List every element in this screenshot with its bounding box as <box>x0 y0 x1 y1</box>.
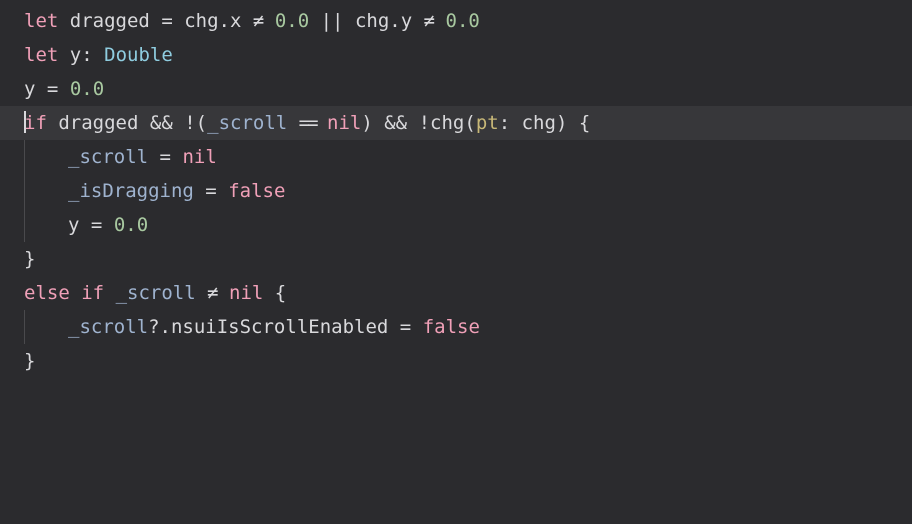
identifier: nsuiIsScrollEnabled <box>171 316 388 338</box>
operator-eq: == <box>299 112 316 134</box>
code-line[interactable]: _scroll?.nsuiIsScrollEnabled = false <box>0 310 912 344</box>
operator-assign: = <box>47 78 58 100</box>
punct-paren: ) <box>556 112 567 134</box>
literal-number: 0.0 <box>275 10 309 32</box>
type: Double <box>104 44 173 66</box>
text-cursor <box>24 111 26 133</box>
operator-assign: = <box>161 10 172 32</box>
punct-colon: : <box>499 112 510 134</box>
keyword-let: let <box>24 44 58 66</box>
operator-neq: ≠ <box>253 10 263 32</box>
identifier: x <box>230 10 241 32</box>
keyword-if: if <box>24 112 47 134</box>
operator-assign: = <box>91 214 102 236</box>
identifier: dragged <box>70 10 150 32</box>
operator-assign: = <box>400 316 411 338</box>
identifier: _scroll <box>68 146 148 168</box>
identifier: chg <box>522 112 556 134</box>
keyword-false: false <box>423 316 480 338</box>
punct-brace: } <box>24 248 35 270</box>
operator-neq: ≠ <box>207 282 217 304</box>
code-line[interactable]: } <box>0 344 912 378</box>
identifier: chg <box>355 10 389 32</box>
operator-neq: ≠ <box>424 10 434 32</box>
keyword-let: let <box>24 10 58 32</box>
identifier: _scroll <box>207 112 287 134</box>
identifier: y <box>68 214 79 236</box>
punct-dot: . <box>389 10 400 32</box>
keyword-else: else <box>24 282 70 304</box>
operator-and: && <box>150 112 173 134</box>
code-line[interactable]: let y: Double <box>0 38 912 72</box>
code-editor[interactable]: let dragged = chg.x ≠ 0.0 || chg.y ≠ 0.0… <box>0 0 912 378</box>
literal-number: 0.0 <box>446 10 480 32</box>
identifier: _scroll <box>68 316 148 338</box>
punct-brace: { <box>275 282 286 304</box>
operator-assign: = <box>160 146 171 168</box>
operator-not: ! <box>184 112 195 134</box>
code-line[interactable]: _isDragging = false <box>0 174 912 208</box>
operator-not: ! <box>419 112 430 134</box>
literal-number: 0.0 <box>114 214 148 236</box>
identifier: chg <box>184 10 218 32</box>
punct-paren: ( <box>196 112 207 134</box>
identifier: _scroll <box>116 282 196 304</box>
keyword-nil: nil <box>182 146 216 168</box>
punct-paren: ( <box>464 112 475 134</box>
keyword-if: if <box>81 282 104 304</box>
operator-optional: ? <box>148 316 159 338</box>
identifier: y <box>24 78 35 100</box>
operator-assign: = <box>205 180 216 202</box>
code-line[interactable]: y = 0.0 <box>0 208 912 242</box>
operator-or: || <box>321 10 344 32</box>
code-line[interactable]: } <box>0 242 912 276</box>
punct-brace: } <box>24 350 35 372</box>
punct-brace: { <box>579 112 590 134</box>
code-line[interactable]: else if _scroll ≠ nil { <box>0 276 912 310</box>
code-line[interactable]: _scroll = nil <box>0 140 912 174</box>
literal-number: 0.0 <box>70 78 104 100</box>
identifier: y <box>70 44 81 66</box>
keyword-nil: nil <box>229 282 263 304</box>
identifier: chg <box>430 112 464 134</box>
code-line[interactable]: let dragged = chg.x ≠ 0.0 || chg.y ≠ 0.0 <box>0 4 912 38</box>
identifier: y <box>401 10 412 32</box>
keyword-nil: nil <box>327 112 361 134</box>
operator-and: && <box>384 112 407 134</box>
punct-paren: ) <box>361 112 372 134</box>
keyword-false: false <box>228 180 285 202</box>
argument-label: pt <box>476 112 499 134</box>
identifier: dragged <box>58 112 138 134</box>
punct-dot: . <box>160 316 171 338</box>
code-line-active[interactable]: if dragged && !(_scroll == nil) && !chg(… <box>0 106 912 140</box>
punct-colon: : <box>81 44 92 66</box>
code-line[interactable]: y = 0.0 <box>0 72 912 106</box>
identifier: _isDragging <box>68 180 194 202</box>
punct-dot: . <box>219 10 230 32</box>
